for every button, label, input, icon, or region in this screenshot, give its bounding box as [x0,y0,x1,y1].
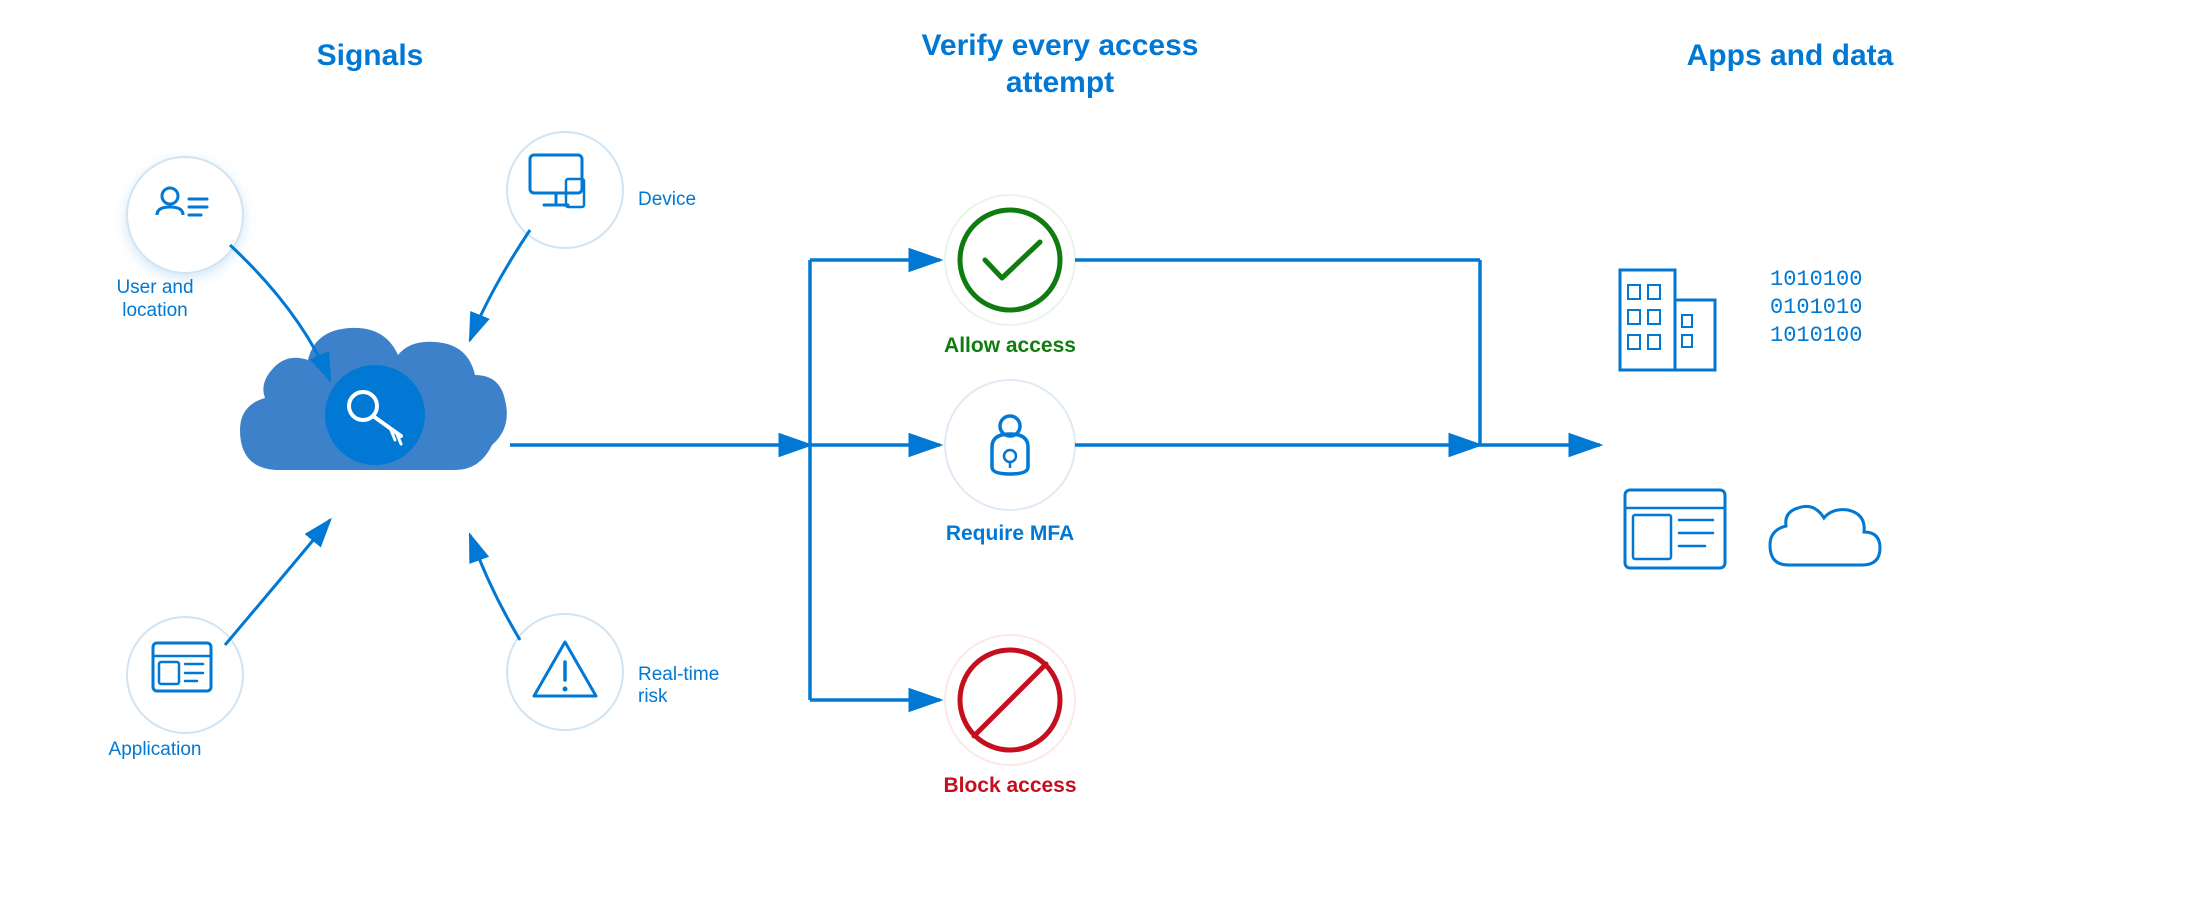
verify-subtitle: attempt [1006,66,1114,99]
allow-circle [945,195,1075,325]
realtime-risk-label-1: Real-time [638,664,719,685]
mfa-circle [945,380,1075,510]
cloud-storage-icon [1770,506,1880,565]
svg-text:0101010: 0101010 [1770,295,1862,320]
arrow-risk-cloud [470,535,520,640]
app-window-icon [1625,490,1725,568]
verify-title: Verify every access [922,29,1199,62]
signals-title: Signals [317,39,424,72]
user-location-label-1: User and [116,277,193,298]
svg-text:1010100: 1010100 [1770,267,1862,292]
arrow-device-cloud [470,230,530,340]
apps-title: Apps and data [1687,39,1894,72]
building-icon [1620,270,1715,370]
svg-text:1010100: 1010100 [1770,323,1862,348]
arrow-app-cloud [225,520,330,645]
binary-data-icon: 1010100 0101010 1010100 [1770,267,1862,348]
application-circle [127,617,243,733]
device-label: Device [638,189,696,210]
mfa-label: Require MFA [946,522,1074,545]
user-location-circle [127,157,243,273]
user-location-label-2: location [122,300,188,321]
realtime-risk-label-2: risk [638,686,668,707]
main-diagram: Signals Verify every access attempt Apps… [0,0,2201,899]
application-label: Application [109,739,202,760]
block-label: Block access [943,774,1076,797]
allow-label: Allow access [944,334,1076,357]
cloud-group [240,328,507,470]
diagram-container: Signals Verify every access attempt Apps… [0,0,2201,899]
